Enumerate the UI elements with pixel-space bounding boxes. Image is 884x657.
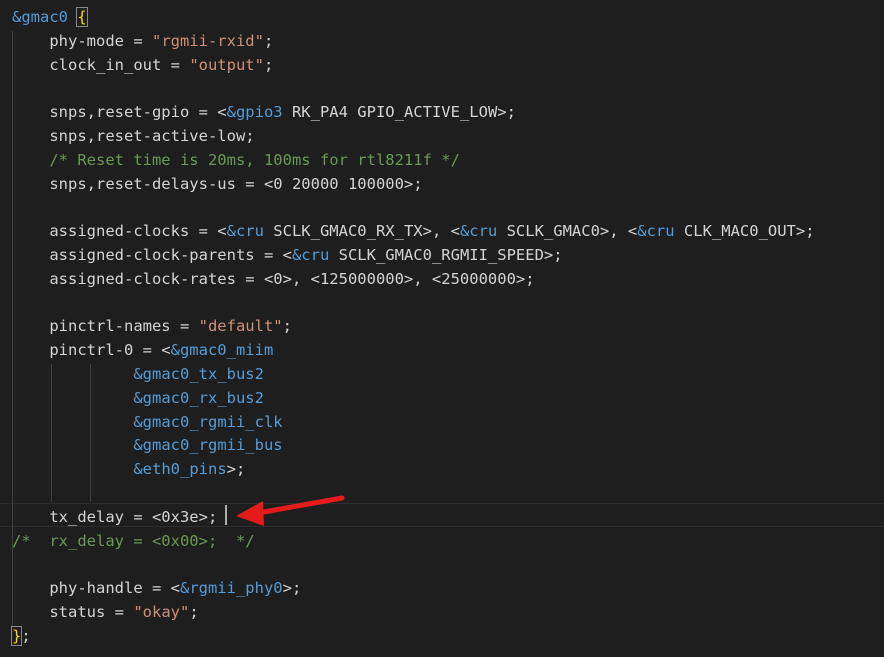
red-arrow-icon	[236, 495, 345, 526]
code-editor[interactable]: &gmac0 { phy-mode = "rgmii-rxid"; clock_…	[0, 0, 884, 657]
